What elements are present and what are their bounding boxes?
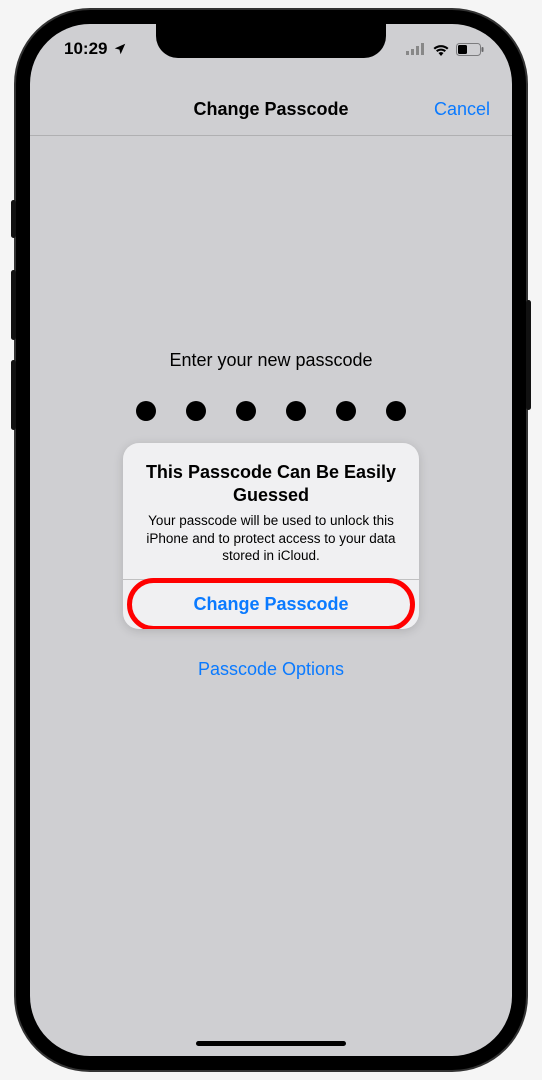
passcode-dot <box>336 401 356 421</box>
change-passcode-button[interactable]: Change Passcode <box>193 594 348 615</box>
screen: 10:29 <box>30 24 512 1056</box>
power-button <box>526 300 531 410</box>
location-icon <box>113 42 127 56</box>
passcode-dot <box>136 401 156 421</box>
passcode-options-link[interactable]: Passcode Options <box>198 659 344 680</box>
volume-up-button <box>11 270 16 340</box>
passcode-dot <box>236 401 256 421</box>
battery-icon <box>456 43 484 56</box>
passcode-dots[interactable] <box>136 401 406 421</box>
phone-frame: 10:29 <box>16 10 526 1070</box>
volume-down-button <box>11 360 16 430</box>
status-right <box>406 43 484 56</box>
home-indicator[interactable] <box>196 1041 346 1046</box>
nav-title: Change Passcode <box>193 99 348 120</box>
notch <box>156 24 386 58</box>
nav-bar: Change Passcode Cancel <box>30 84 512 136</box>
wifi-icon <box>432 43 450 56</box>
cancel-button[interactable]: Cancel <box>434 99 490 120</box>
status-time: 10:29 <box>64 39 107 59</box>
passcode-dot <box>386 401 406 421</box>
alert-body: This Passcode Can Be Easily Guessed Your… <box>123 443 419 579</box>
alert-title: This Passcode Can Be Easily Guessed <box>141 461 401 506</box>
status-left: 10:29 <box>64 39 127 59</box>
content-area: Enter your new passcode This Passcode Ca… <box>30 136 512 1056</box>
passcode-prompt: Enter your new passcode <box>169 350 372 371</box>
mute-switch <box>11 200 16 238</box>
alert-message: Your passcode will be used to unlock thi… <box>141 512 401 565</box>
weak-passcode-alert: This Passcode Can Be Easily Guessed Your… <box>123 443 419 629</box>
alert-button-row: Change Passcode <box>123 579 419 629</box>
passcode-dot <box>286 401 306 421</box>
passcode-dot <box>186 401 206 421</box>
cellular-icon <box>406 43 426 55</box>
